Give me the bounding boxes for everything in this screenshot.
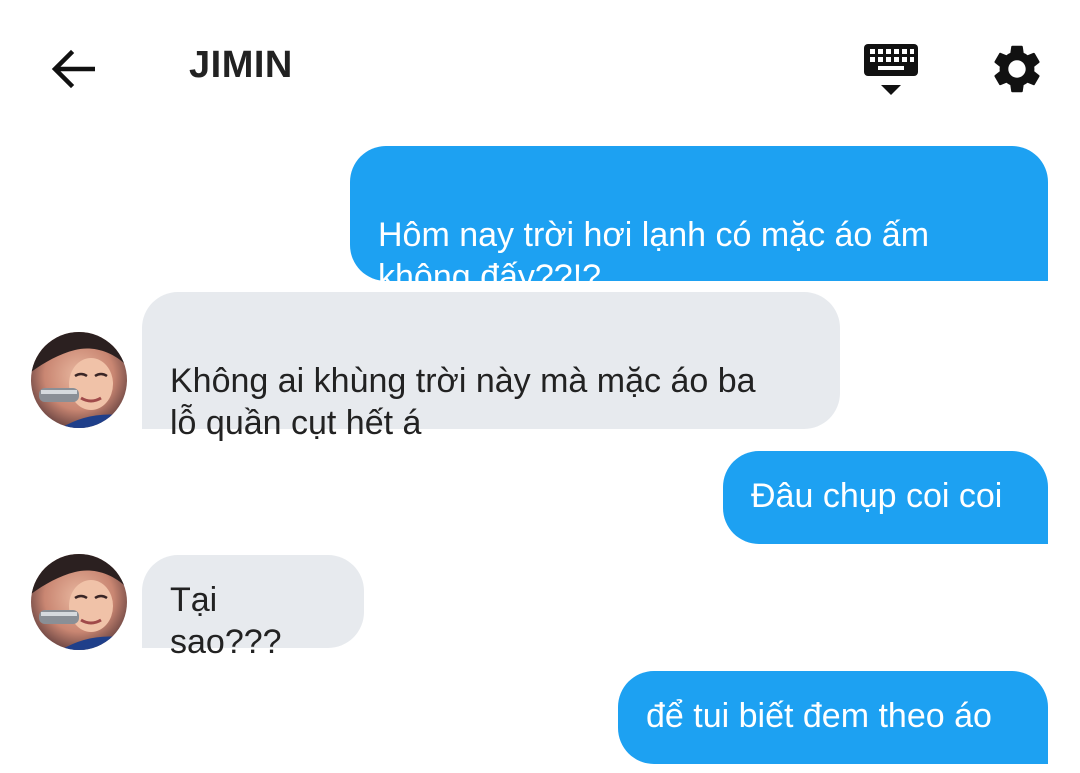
message-text: Tại sao??? [170,581,282,661]
message-text: để tui biết đem theo áo [646,697,992,735]
contact-avatar[interactable] [31,332,127,428]
keyboard-hide-icon [864,44,918,95]
back-button[interactable] [48,44,98,94]
message-bubble-outgoing[interactable]: Hôm nay trời hơi lạnh có mặc áo ấm không… [350,146,1048,296]
message-text: Đâu chụp coi coi [751,477,1003,515]
message-bubble-incoming[interactable]: Không ai khùng trời này mà mặc áo ba lỗ … [142,292,840,442]
arrow-left-icon [51,49,95,89]
message-text: Không ai khùng trời này mà mặc áo ba lỗ … [170,362,756,442]
message-bubble-outgoing[interactable]: để tui biết đem theo áo [618,671,1048,764]
chat-screen: JIMIN Hôm nay trời hơi lạnh có mặc áo ấm… [0,0,1080,773]
gear-icon [994,45,1040,93]
avatar-photo [31,554,127,650]
message-bubble-incoming[interactable]: Tại sao??? [142,555,364,661]
message-bubble-outgoing[interactable]: Đâu chụp coi coi [723,451,1048,544]
avatar-photo [31,332,127,428]
keyboard-toggle-button[interactable] [860,40,922,102]
chat-header: JIMIN [0,0,1080,130]
settings-button[interactable] [988,40,1046,98]
contact-avatar[interactable] [31,554,127,650]
contact-name: JIMIN [189,44,293,86]
message-text: Hôm nay trời hơi lạnh có mặc áo ấm không… [378,216,930,296]
